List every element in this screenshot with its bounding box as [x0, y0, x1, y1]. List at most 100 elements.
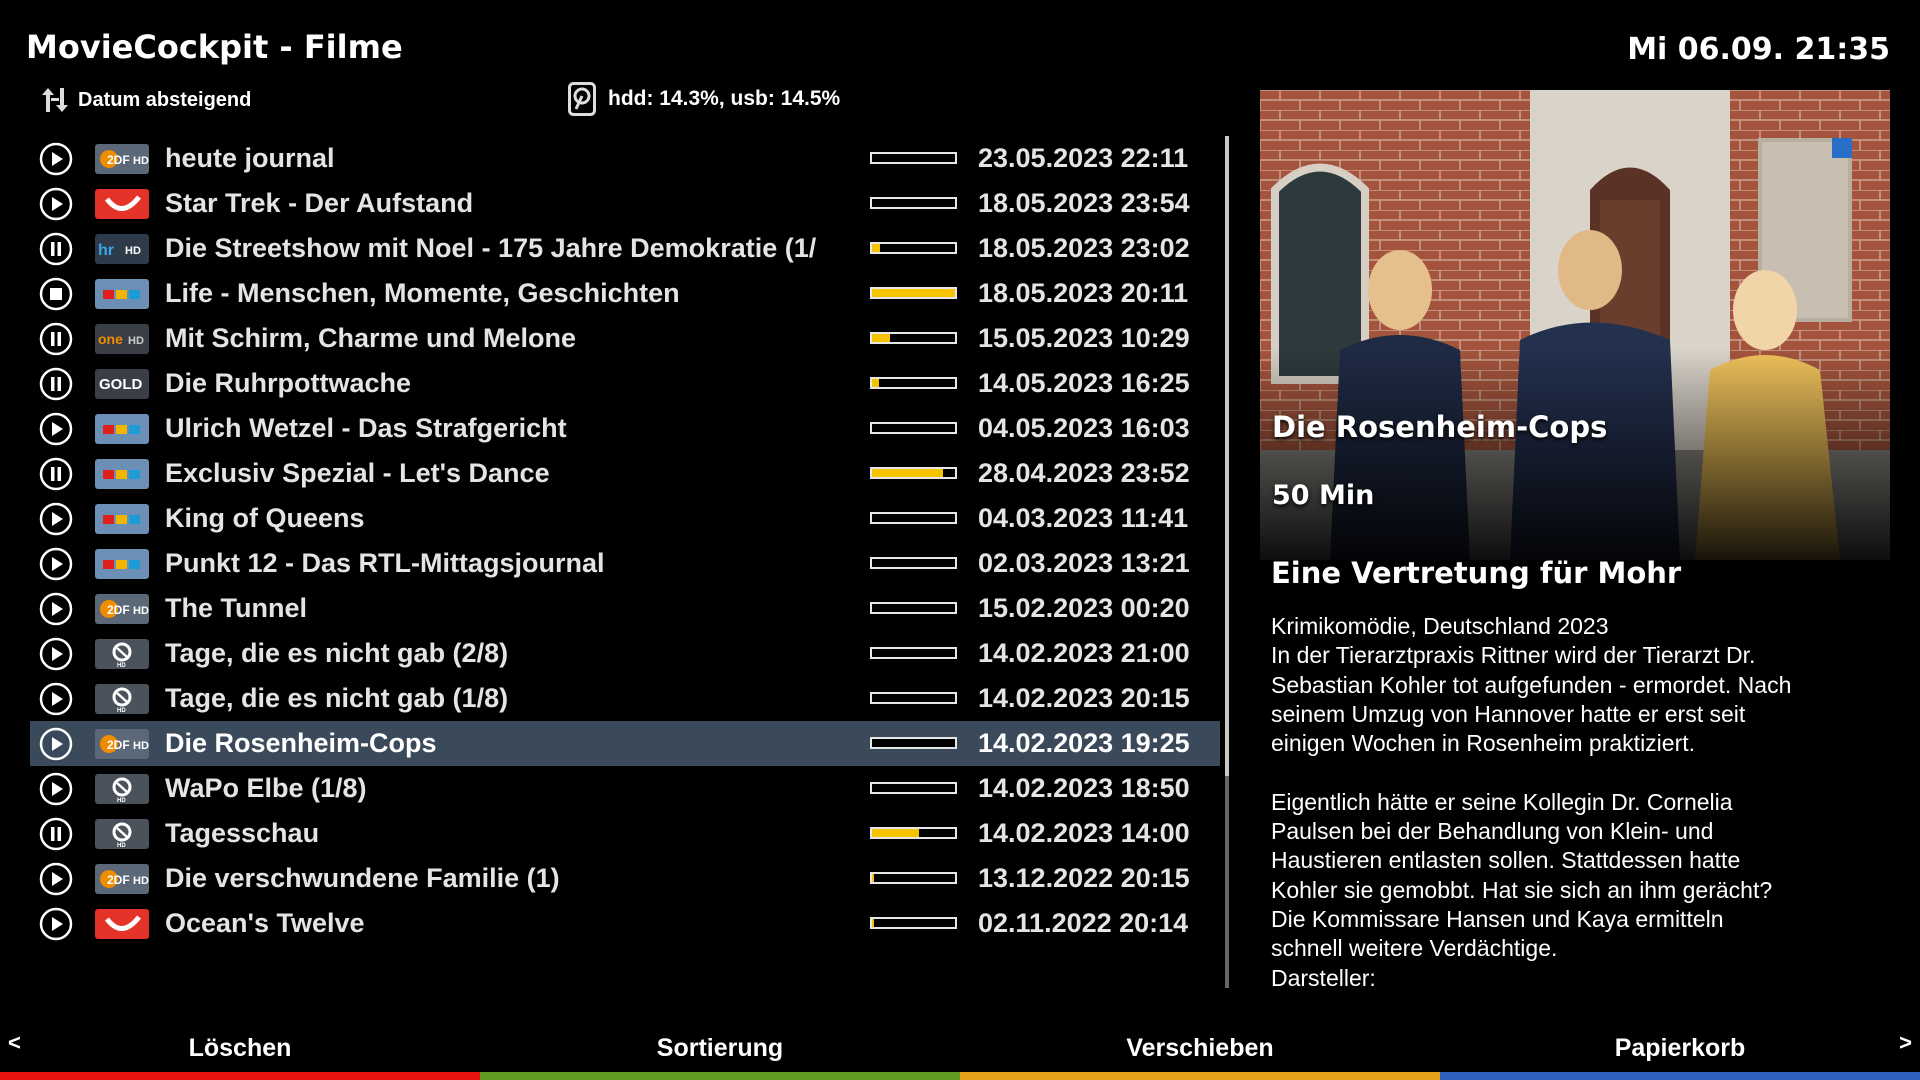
- channel-logo-icon: HD: [95, 774, 149, 804]
- play-icon: [39, 862, 73, 896]
- progress-bar: [870, 242, 957, 254]
- play-icon: [39, 907, 73, 941]
- scrollbar-thumb[interactable]: [1225, 136, 1229, 776]
- sort-label: Datum absteigend: [78, 88, 252, 111]
- recording-row[interactable]: Star Trek - Der Aufstand 18.05.2023 23:54: [30, 181, 1220, 226]
- progress-bar: [870, 827, 957, 839]
- yellow-button-label: Verschieben: [1126, 1034, 1274, 1062]
- recording-title: Star Trek - Der Aufstand: [165, 188, 474, 218]
- progress-bar: [870, 872, 957, 884]
- cover-duration: 50 Min: [1272, 480, 1375, 511]
- recording-title: Mit Schirm, Charme und Melone: [165, 323, 577, 353]
- description-line: In der Tierarztpraxis Rittner wird der T…: [1271, 642, 1756, 669]
- red-button-delete[interactable]: Löschen: [0, 1028, 480, 1080]
- svg-text:2DF: 2DF: [107, 738, 130, 752]
- recording-row[interactable]: 2DF HD Die verschwundene Familie (1) 13.12.…: [30, 856, 1220, 901]
- channel-logo-icon: 2DF HD: [95, 144, 149, 174]
- svg-text:one: one: [98, 331, 123, 347]
- description-line: Haustieren entlasten sollen. Stattdessen…: [1271, 847, 1741, 874]
- svg-text:HD: HD: [125, 245, 141, 257]
- recording-title: Die verschwundene Familie (1): [165, 863, 560, 893]
- recording-row[interactable]: GOLD Die Ruhrpottwache 14.05.2023 16:25: [30, 361, 1220, 406]
- recording-date: 18.05.2023 23:54: [978, 188, 1190, 218]
- green-button-sort[interactable]: Sortierung: [480, 1028, 960, 1080]
- recording-row[interactable]: Ulrich Wetzel - Das Strafgericht 04.05.20…: [30, 406, 1220, 451]
- description-line: einigen Wochen in Rosenheim praktiziert.: [1271, 730, 1696, 757]
- progress-fill: [872, 244, 881, 252]
- recording-title: Ocean's Twelve: [165, 908, 365, 938]
- recording-row[interactable]: Life - Menschen, Momente, Geschichten 18.…: [30, 271, 1220, 316]
- recording-title: Tage, die es nicht gab (1/8): [165, 683, 509, 713]
- green-button-bar: [480, 1072, 960, 1080]
- recording-row[interactable]: one HD Mit Schirm, Charme und Melone 15.05.…: [30, 316, 1220, 361]
- svg-text:2DF: 2DF: [107, 603, 130, 617]
- svg-text:2DF: 2DF: [107, 873, 130, 887]
- recording-row[interactable]: hr HD Die Streetshow mit Noel - 175 Jahre …: [30, 226, 1220, 271]
- list-scrollbar[interactable]: [1225, 136, 1229, 988]
- recording-row[interactable]: 2DF HD The Tunnel 15.02.2023 00:20: [30, 586, 1220, 631]
- progress-bar: [870, 287, 957, 299]
- recording-row[interactable]: 2DF HD Die Rosenheim-Cops 14.02.2023 19:25: [30, 721, 1220, 766]
- recording-date: 13.12.2022 20:15: [978, 863, 1190, 893]
- yellow-button-bar: [960, 1072, 1440, 1080]
- svg-text:HD: HD: [117, 798, 126, 804]
- progress-bar: [870, 917, 957, 929]
- description-line: Eigentlich hätte er seine Kollegin Dr. C…: [1271, 788, 1733, 815]
- description-line: Darsteller:: [1271, 964, 1376, 991]
- sort-icon: [42, 88, 68, 112]
- recording-row[interactable]: King of Queens 04.03.2023 11:41: [30, 496, 1220, 541]
- recording-row[interactable]: HD Tage, die es nicht gab (1/8) 14.02.2023…: [30, 676, 1220, 721]
- pause-icon: [39, 232, 73, 266]
- channel-logo-icon: HD: [95, 819, 149, 849]
- stop-icon: [39, 277, 73, 311]
- recording-date: 14.02.2023 19:25: [978, 728, 1190, 758]
- channel-logo-icon: [95, 279, 149, 309]
- progress-bar: [870, 647, 957, 659]
- sort-indicator[interactable]: Datum absteigend: [40, 84, 251, 116]
- progress-bar: [870, 152, 957, 164]
- description-line: Paulsen bei der Behandlung von Klein- un…: [1271, 818, 1714, 845]
- recordings-list[interactable]: 2DF HD heute journal 23.05.2023 22:11 Star T…: [30, 136, 1220, 946]
- recording-date: 28.04.2023 23:52: [978, 458, 1190, 488]
- recording-row[interactable]: HD Tage, die es nicht gab (2/8) 14.02.2023…: [30, 631, 1220, 676]
- channel-logo-icon: [95, 459, 149, 489]
- description-line: schnell weitere Verdächtige.: [1271, 935, 1558, 962]
- svg-text:HD: HD: [133, 740, 149, 752]
- progress-bar: [870, 512, 957, 524]
- channel-logo-icon: 2DF HD: [95, 594, 149, 624]
- recording-title: heute journal: [165, 143, 335, 173]
- yellow-button-move[interactable]: Verschieben: [960, 1028, 1440, 1080]
- recording-date: 02.03.2023 13:21: [978, 548, 1190, 578]
- recording-date: 04.05.2023 16:03: [978, 413, 1190, 443]
- play-icon: [39, 187, 73, 221]
- recording-date: 23.05.2023 22:11: [978, 143, 1189, 173]
- play-icon: [39, 682, 73, 716]
- hdd-icon: [568, 82, 596, 116]
- recording-row[interactable]: Exclusiv Spezial - Let's Dance 28.04.2023…: [30, 451, 1220, 496]
- episode-description: Krimikomödie, Deutschland 2023 In der Tie…: [1271, 612, 1891, 992]
- recording-date: 14.02.2023 14:00: [978, 818, 1190, 848]
- pause-icon: [39, 367, 73, 401]
- blue-button-trash[interactable]: Papierkorb: [1440, 1028, 1920, 1080]
- description-line: Krimikomödie, Deutschland 2023: [1271, 613, 1609, 639]
- svg-text:HD: HD: [117, 708, 126, 714]
- channel-logo-icon: [95, 504, 149, 534]
- description-line: seinem Umzug von Hannover hatte er erst …: [1271, 700, 1746, 727]
- progress-fill: [872, 469, 943, 477]
- pause-icon: [39, 322, 73, 356]
- blue-button-label: Papierkorb: [1614, 1034, 1746, 1062]
- recording-row[interactable]: HD Tagesschau 14.02.2023 14:00: [30, 811, 1220, 856]
- svg-text:HD: HD: [117, 663, 126, 669]
- recording-row[interactable]: Ocean's Twelve 02.11.2022 20:14: [30, 901, 1220, 946]
- pause-icon: [39, 817, 73, 851]
- recording-row[interactable]: HD WaPo Elbe (1/8) 14.02.2023 18:50: [30, 766, 1220, 811]
- recording-date: 15.05.2023 10:29: [978, 323, 1190, 353]
- recording-row[interactable]: 2DF HD heute journal 23.05.2023 22:11: [30, 136, 1220, 181]
- recording-title: Tage, die es nicht gab (2/8): [165, 638, 509, 668]
- recording-row[interactable]: Punkt 12 - Das RTL-Mittagsjournal 02.03.2…: [30, 541, 1220, 586]
- play-icon: [39, 592, 73, 626]
- progress-bar: [870, 332, 957, 344]
- recording-title: Tagesschau: [165, 818, 320, 848]
- progress-bar: [870, 557, 957, 569]
- disk-usage: hdd: 14.3%, usb: 14.5%: [568, 82, 840, 116]
